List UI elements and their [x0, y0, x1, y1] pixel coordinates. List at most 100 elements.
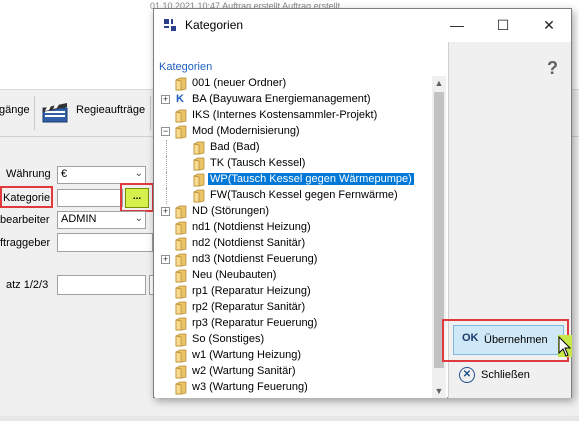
mouse-cursor-icon: [558, 336, 572, 357]
scroll-down-icon[interactable]: ▼: [432, 384, 446, 398]
expand-icon[interactable]: +: [161, 95, 170, 104]
folder-icon: [175, 237, 187, 251]
rabatt-satz-label: atz 1/2/3: [6, 279, 49, 291]
category-tree[interactable]: 001 (neuer Ordner) + K BA (Bayuwara Energie…: [161, 76, 431, 398]
toolbar-separator: [34, 96, 35, 130]
folder-icon: [175, 269, 187, 283]
folder-icon: [175, 125, 187, 139]
folder-icon: [193, 157, 205, 171]
scroll-up-icon[interactable]: ▲: [432, 76, 446, 90]
folder-icon: [175, 77, 187, 91]
tree-item-label-selected: WP(Tausch Kessel gegen Wärmepumpe): [208, 173, 414, 185]
tree-item-label: So (Sonstiges): [192, 333, 265, 345]
tree-item-label: FW(Tausch Kessel gegen Fernwärme): [210, 189, 398, 201]
tree-connector: [166, 156, 167, 172]
tree-item[interactable]: + nd3 (Notdienst Feuerung): [161, 252, 431, 268]
help-icon[interactable]: ?: [547, 58, 558, 79]
tree-item-label: ND (Störungen): [192, 205, 270, 217]
tree-item[interactable]: TK (Tausch Kessel): [161, 156, 431, 172]
tree-item[interactable]: IKS (Internes Kostensammler-Projekt): [161, 108, 431, 124]
expand-icon[interactable]: +: [161, 255, 170, 264]
uebernehmen-button[interactable]: OK Übernehmen: [453, 325, 564, 355]
folder-icon: [175, 109, 187, 123]
tree-item-label: Mod (Modernisierung): [192, 125, 300, 137]
tree-item[interactable]: rp3 (Reparatur Feuerung): [161, 316, 431, 332]
tree-item[interactable]: nd1 (Notdienst Heizung): [161, 220, 431, 236]
tree-item[interactable]: rp1 (Reparatur Heizung): [161, 284, 431, 300]
ok-check-icon: OK: [462, 332, 479, 344]
toolbar-item-regieauftraege[interactable]: Regieaufträge: [76, 104, 145, 116]
tree-item-label: w3 (Wartung Feuerung): [192, 381, 308, 393]
folder-icon: [175, 301, 187, 315]
folder-icon: [175, 253, 187, 267]
toolbar-item-vorgaenge[interactable]: gänge: [0, 104, 30, 116]
tree-item-label: nd1 (Notdienst Heizung): [192, 221, 311, 233]
tree-item[interactable]: w2 (Wartung Sanitär): [161, 364, 431, 380]
tree-item[interactable]: nd2 (Notdienst Sanitär): [161, 236, 431, 252]
auftraggeber-field[interactable]: [57, 233, 153, 252]
collapse-icon[interactable]: −: [161, 127, 170, 136]
tree-item-label: IKS (Internes Kostensammler-Projekt): [192, 109, 378, 121]
background-bottom-edge: [0, 416, 579, 421]
dialog-side-panel: ? OK Übernehmen ✕ Schließen: [442, 42, 571, 398]
tree-item-label: Bad (Bad): [210, 141, 260, 153]
tree-item[interactable]: WP(Tausch Kessel gegen Wärmepumpe): [161, 172, 431, 188]
annotation-highlight-box: [0, 186, 53, 208]
schliessen-label: Schließen: [481, 369, 530, 381]
bearbeiter-label: bearbeiter: [0, 214, 50, 226]
uebernehmen-label: Übernehmen: [484, 334, 548, 346]
waehrung-select[interactable]: € ⌄: [57, 166, 146, 184]
tree-item[interactable]: w1 (Wartung Heizung): [161, 348, 431, 364]
folder-icon: [193, 173, 205, 187]
tree-connector: [166, 188, 167, 204]
dialog-title: Kategorien: [185, 18, 244, 32]
toolbar-separator: [150, 96, 151, 130]
tree-item[interactable]: − Mod (Modernisierung): [161, 124, 431, 140]
app-logo-icon: [164, 19, 176, 31]
folder-icon: [175, 349, 187, 363]
tree-item[interactable]: Neu (Neubauten): [161, 268, 431, 284]
category-tree-panel: Kategorien 001 (neuer Ordner) + K BA (Bayuw…: [155, 42, 447, 398]
folder-icon: [175, 333, 187, 347]
tree-item-label: nd2 (Notdienst Sanitär): [192, 237, 306, 249]
waehrung-value: €: [61, 168, 68, 180]
minimize-icon: —: [450, 17, 464, 33]
schliessen-button[interactable]: ✕ Schließen: [453, 364, 564, 388]
maximize-button[interactable]: ☐: [480, 9, 526, 41]
tree-item[interactable]: rp2 (Reparatur Sanitär): [161, 300, 431, 316]
folder-icon: [175, 365, 187, 379]
tree-item[interactable]: 001 (neuer Ordner): [161, 76, 431, 92]
tree-item[interactable]: + ND (Störungen): [161, 204, 431, 220]
tree-item[interactable]: Bad (Bad): [161, 140, 431, 156]
brand-k-icon: K: [176, 93, 184, 105]
expand-icon[interactable]: +: [161, 207, 170, 216]
tree-item[interactable]: + K BA (Bayuwara Energiemanagement): [161, 92, 431, 108]
kategorie-browse-button[interactable]: ...: [125, 188, 149, 208]
folder-icon: [175, 285, 187, 299]
folder-icon: [175, 205, 187, 219]
minimize-button[interactable]: —: [434, 9, 480, 41]
tree-item-label: w2 (Wartung Sanitär): [192, 365, 296, 377]
tree-item-label: rp1 (Reparatur Heizung): [192, 285, 311, 297]
tree-item-label: rp2 (Reparatur Sanitär): [192, 301, 306, 313]
close-button[interactable]: ✕: [526, 9, 572, 41]
tree-connector: [166, 172, 167, 188]
satz-field-1[interactable]: [57, 275, 146, 295]
tree-item-label: rp3 (Reparatur Feuerung): [192, 317, 318, 329]
tree-connector: [166, 140, 167, 156]
tree-item-label: BA (Bayuwara Energiemanagement): [192, 93, 371, 105]
tree-item-label: Neu (Neubauten): [192, 269, 277, 281]
bearbeiter-select[interactable]: ADMIN ⌄: [57, 211, 146, 229]
kategorie-field[interactable]: [57, 189, 123, 207]
close-circle-icon: ✕: [459, 367, 475, 383]
clapperboard-icon: [42, 103, 68, 123]
tree-item[interactable]: w3 (Wartung Feuerung): [161, 380, 431, 396]
tree-item[interactable]: FW(Tausch Kessel gegen Fernwärme): [161, 188, 431, 204]
tree-item-label: 001 (neuer Ordner): [192, 77, 287, 89]
tree-item-label: w1 (Wartung Heizung): [192, 349, 302, 361]
tree-item[interactable]: So (Sonstiges): [161, 332, 431, 348]
chevron-down-icon: ⌄: [134, 168, 143, 179]
close-icon: ✕: [543, 17, 555, 33]
dialog-titlebar[interactable]: Kategorien — ☐ ✕: [154, 9, 571, 41]
tree-item-label: TK (Tausch Kessel): [210, 157, 306, 169]
